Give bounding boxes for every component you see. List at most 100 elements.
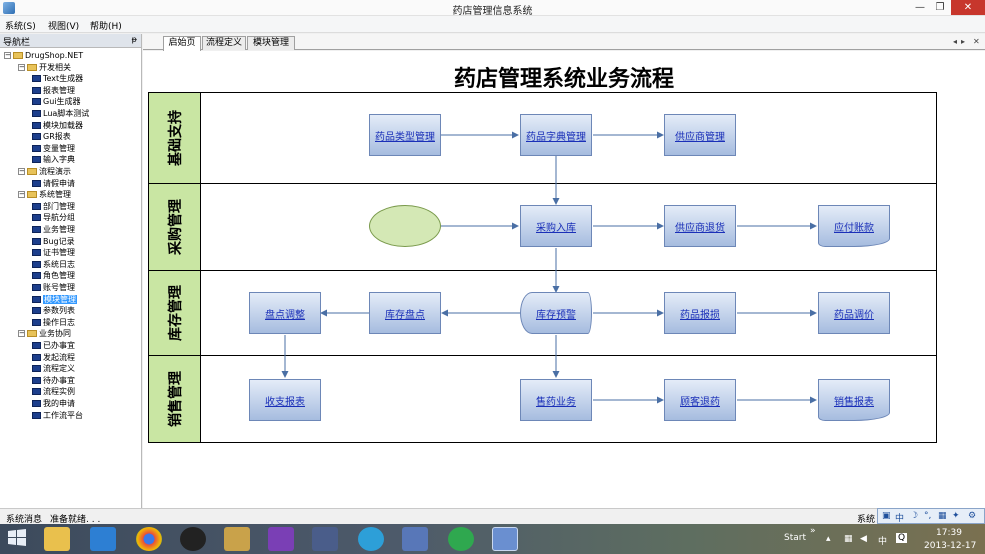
tray-q-icon[interactable]: Q <box>896 533 908 543</box>
tools-icon[interactable] <box>224 527 250 551</box>
tab-start-page[interactable]: 启始页 <box>163 36 201 51</box>
tree-item[interactable]: 流程定义 <box>32 363 75 374</box>
node-drug-price[interactable]: 药品调价 <box>818 292 890 334</box>
tree-item-label: 业务协同 <box>39 329 71 339</box>
tree-item[interactable]: 发起流程 <box>32 352 75 363</box>
node-stock-adjust[interactable]: 盘点调整 <box>249 292 321 334</box>
tree-root[interactable]: − DrugShop.NET <box>4 50 83 61</box>
tree-group[interactable]: − 系统管理 <box>18 189 71 200</box>
tree-item[interactable]: 模块管理 <box>32 294 77 305</box>
clock-date[interactable]: 2013-12-17 <box>924 541 976 551</box>
menu-help[interactable]: 帮助(H) <box>90 19 122 32</box>
tree-item[interactable]: 我的申请 <box>32 398 75 409</box>
tab-close-icon[interactable]: ✕ <box>973 37 980 46</box>
help-icon[interactable] <box>448 527 474 551</box>
collapse-icon[interactable]: − <box>18 168 25 175</box>
node-drug-type[interactable]: 药品类型管理 <box>369 114 441 156</box>
editor-icon[interactable] <box>402 527 428 551</box>
tree-item[interactable]: Bug记录 <box>32 236 75 247</box>
tree-item[interactable]: 系统日志 <box>32 259 75 270</box>
tab-next-icon[interactable]: ▸ <box>961 37 965 46</box>
node-sales[interactable]: 售药业务 <box>520 379 592 421</box>
node-drug-loss[interactable]: 药品报损 <box>664 292 736 334</box>
node-payable[interactable]: 应付账款 <box>818 205 890 247</box>
node-income-report[interactable]: 收支报表 <box>249 379 321 421</box>
tree-group[interactable]: − 流程演示 <box>18 166 71 177</box>
tree-item[interactable]: 待办事宜 <box>32 375 75 386</box>
qq-icon[interactable] <box>180 527 206 551</box>
app-icon-link[interactable] <box>312 527 338 551</box>
collapse-icon[interactable]: − <box>18 63 25 71</box>
tree-item[interactable]: 报表管理 <box>32 85 75 96</box>
node-sales-report[interactable]: 销售报表 <box>818 379 890 421</box>
tree-item[interactable]: 部门管理 <box>32 201 75 212</box>
ime-lang[interactable]: 中 <box>895 511 904 524</box>
node-customer-return[interactable]: 顾客退药 <box>664 379 736 421</box>
node-supplier[interactable]: 供应商管理 <box>664 114 736 156</box>
start-label[interactable]: Start <box>784 533 806 543</box>
ime-punct-icon[interactable]: °, <box>924 511 931 521</box>
tab-flow-definition[interactable]: 流程定义 <box>202 36 246 50</box>
maximize-button[interactable]: ❐ <box>931 0 949 15</box>
tree-item[interactable]: 证书管理 <box>32 247 75 258</box>
app-icon-arc[interactable] <box>358 527 384 551</box>
chrome-icon[interactable] <box>136 527 162 551</box>
module-icon <box>32 179 41 187</box>
tree-item[interactable]: Gui生成器 <box>32 96 81 107</box>
node-drug-dict[interactable]: 药品字典管理 <box>520 114 592 156</box>
collapse-icon[interactable]: − <box>18 330 25 338</box>
folder-icon <box>27 63 37 71</box>
network-icon[interactable]: ▦ <box>844 534 853 544</box>
node-stock-alert[interactable]: 库存预警 <box>520 292 592 334</box>
tray-expand-icon[interactable]: » <box>810 526 816 536</box>
menu-view[interactable]: 视图(V) <box>48 19 79 32</box>
tree-item[interactable]: Text生成器 <box>32 73 83 84</box>
minimize-button[interactable]: — <box>911 0 929 15</box>
ime-logo-icon[interactable]: ▣ <box>882 511 891 521</box>
tree-group[interactable]: − 开发相关 <box>18 62 71 73</box>
tree-item[interactable]: Lua脚本测试 <box>32 108 89 119</box>
tray-arrow-icon[interactable]: ▴ <box>826 534 831 544</box>
app-icon-blue[interactable] <box>90 527 116 551</box>
tree-item[interactable]: 模块加载器 <box>32 120 83 131</box>
tree-item[interactable]: 变量管理 <box>32 143 75 154</box>
tree-item[interactable]: 已办事宜 <box>32 340 75 351</box>
tree-item[interactable]: 请假申请 <box>32 178 75 189</box>
module-icon <box>32 388 41 396</box>
clock-time[interactable]: 17:39 <box>936 528 962 538</box>
tree-item[interactable]: GR报表 <box>32 131 71 142</box>
volume-icon[interactable]: ◀ <box>860 534 867 544</box>
close-button[interactable]: ✕ <box>951 0 985 15</box>
tree-item[interactable]: 业务管理 <box>32 224 75 235</box>
tree-item-label: 操作日志 <box>43 317 75 327</box>
collapse-icon[interactable]: − <box>18 191 25 199</box>
collapse-icon[interactable]: − <box>4 52 11 59</box>
tree-item-label: DrugShop.NET <box>25 51 84 60</box>
menu-system[interactable]: 系统(S) <box>5 19 36 32</box>
tray-lang[interactable]: 中 <box>878 534 887 547</box>
tree-item[interactable]: 操作日志 <box>32 317 75 328</box>
ime-keyboard-icon[interactable]: ▦ <box>938 511 947 521</box>
tree-item[interactable]: 导航分组 <box>32 212 75 223</box>
ime-skin-icon[interactable]: ✦ <box>952 511 960 521</box>
module-icon <box>32 237 41 245</box>
visual-studio-icon[interactable] <box>268 527 294 551</box>
tree-item[interactable]: 流程实例 <box>32 386 75 397</box>
tree-item[interactable]: 账号管理 <box>32 282 75 293</box>
ime-settings-icon[interactable]: ⚙ <box>968 511 976 521</box>
ime-moon-icon[interactable]: ☽ <box>910 511 918 521</box>
pin-icon[interactable]: ᵽ <box>132 35 137 44</box>
drugshop-app-icon[interactable] <box>492 527 518 551</box>
file-explorer-icon[interactable] <box>44 527 70 551</box>
windows-start-icon[interactable] <box>6 527 32 551</box>
tab-prev-icon[interactable]: ◂ <box>953 37 957 46</box>
node-purchase-in[interactable]: 采购入库 <box>520 205 592 247</box>
tree-item[interactable]: 输入字典 <box>32 154 75 165</box>
tree-item[interactable]: 参数列表 <box>32 305 75 316</box>
tree-item[interactable]: 角色管理 <box>32 270 75 281</box>
tree-group[interactable]: − 业务协同 <box>18 328 71 339</box>
node-supplier-return[interactable]: 供应商退货 <box>664 205 736 247</box>
node-stock-check[interactable]: 库存盘点 <box>369 292 441 334</box>
tab-module-management[interactable]: 模块管理 <box>247 36 295 50</box>
tree-item[interactable]: 工作流平台 <box>32 410 83 421</box>
